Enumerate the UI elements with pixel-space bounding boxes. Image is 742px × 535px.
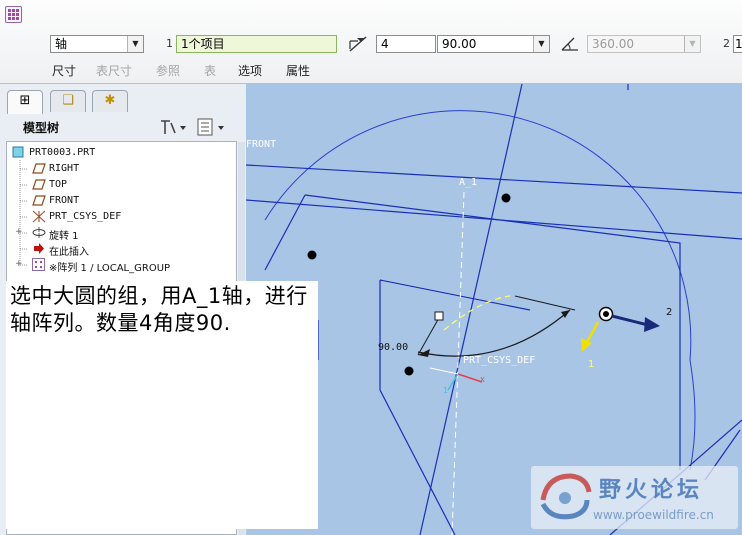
- tab-table-dimensions[interactable]: 表尺寸: [96, 62, 132, 79]
- tree-show-button[interactable]: [196, 117, 230, 137]
- folder-icon: ❏: [62, 93, 74, 108]
- watermark: 野火论坛 www.proewildfire.cn: [531, 466, 738, 529]
- part-icon: [12, 146, 24, 158]
- annotation-text: 选中大圆的组，用A_1轴，进行轴阵列。数量4角度90.: [10, 284, 308, 335]
- insert-here-arrow-icon: [34, 243, 44, 254]
- datum-plane-icon: [32, 195, 46, 206]
- expand-icon[interactable]: +: [15, 227, 23, 237]
- watermark-logo-icon: [540, 473, 592, 520]
- pattern-dashboard: 轴 ▼ 1 1个项目 4 90.00 ▼ 360.00 ▼ 2 1 尺寸 表尺寸…: [0, 0, 742, 84]
- tab-options[interactable]: 选项: [238, 62, 262, 79]
- tree-item-part[interactable]: PRT0003.PRT: [29, 147, 95, 158]
- tab-references[interactable]: 参照: [156, 62, 180, 79]
- second-direction-value: 1: [735, 37, 742, 51]
- tab-folder-browser[interactable]: ❏: [50, 90, 86, 112]
- total-angle-select[interactable]: 360.00 ▼: [587, 35, 701, 53]
- angle-increment-select[interactable]: 90.00 ▼: [437, 35, 550, 53]
- csys-x-label: X: [480, 376, 485, 384]
- tree-item-insert-here[interactable]: 在此插入: [49, 243, 89, 258]
- watermark-title: 野火论坛: [599, 478, 704, 503]
- second-direction-label: 2: [723, 37, 730, 50]
- csys-label: PRT_CSYS_DEF: [463, 355, 536, 366]
- direction-1-label: 1: [588, 359, 595, 370]
- chevron-down-icon: ▼: [533, 36, 549, 52]
- pattern-icon: [32, 258, 45, 271]
- member-count-value: 4: [381, 37, 389, 51]
- total-angle-icon: [561, 37, 578, 51]
- tab-model-tree[interactable]: ⊞: [7, 90, 43, 114]
- reference-count-label: 1: [166, 37, 173, 50]
- axis-label: A_1: [459, 177, 478, 188]
- tree-item-revolve[interactable]: 旋转 1: [49, 227, 79, 242]
- angle-increment-value: 90.00: [442, 37, 477, 51]
- front-datum-label: FRONT: [246, 139, 277, 150]
- favorites-icon: ✱: [104, 93, 116, 108]
- tab-properties[interactable]: 属性: [286, 62, 310, 79]
- expand-icon[interactable]: +: [15, 259, 23, 269]
- tree-settings-button[interactable]: [158, 117, 188, 137]
- csys-z-label: 1: [443, 386, 449, 395]
- tree-item-csys[interactable]: PRT_CSYS_DEF: [49, 211, 121, 222]
- chevron-down-icon: ▼: [127, 36, 143, 52]
- chevron-down-icon: ▼: [684, 36, 700, 52]
- tab-table[interactable]: 表: [204, 62, 216, 79]
- tree-item-pattern[interactable]: ※阵列 1 / LOCAL_GROUP: [49, 259, 170, 274]
- tree-item-right[interactable]: RIGHT: [49, 163, 79, 174]
- member-count-input[interactable]: 4: [376, 35, 436, 53]
- tab-dimensions[interactable]: 尺寸: [52, 62, 76, 79]
- model-tree-title: 模型树: [23, 121, 60, 135]
- watermark-url: www.proewildfire.cn: [593, 508, 714, 522]
- total-angle-value: 360.00: [592, 37, 634, 51]
- tab-favorites[interactable]: ✱: [92, 90, 128, 112]
- csys-icon: [32, 210, 46, 223]
- pattern-app-icon: [5, 6, 22, 23]
- revolve-icon: [32, 227, 46, 238]
- member-angle-icon: [349, 36, 367, 52]
- datum-plane-icon: [32, 163, 46, 174]
- reference-collector-value: 1个项目: [181, 37, 225, 51]
- pattern-type-select[interactable]: 轴 ▼: [50, 35, 144, 53]
- model-tree-icon: ⊞: [19, 93, 31, 108]
- second-direction-count[interactable]: 1: [733, 35, 742, 53]
- tree-item-top[interactable]: TOP: [49, 179, 67, 190]
- direction-2-label: 2: [666, 307, 673, 318]
- pattern-type-value: 轴: [55, 37, 68, 51]
- tree-item-front[interactable]: FRONT: [49, 195, 79, 206]
- reference-collector[interactable]: 1个项目: [176, 35, 337, 53]
- angle-dimension-value[interactable]: 90.00: [378, 342, 408, 353]
- datum-plane-icon: [32, 179, 46, 190]
- annotation-box: 选中大圆的组，用A_1轴，进行轴阵列。数量4角度90.: [6, 281, 318, 529]
